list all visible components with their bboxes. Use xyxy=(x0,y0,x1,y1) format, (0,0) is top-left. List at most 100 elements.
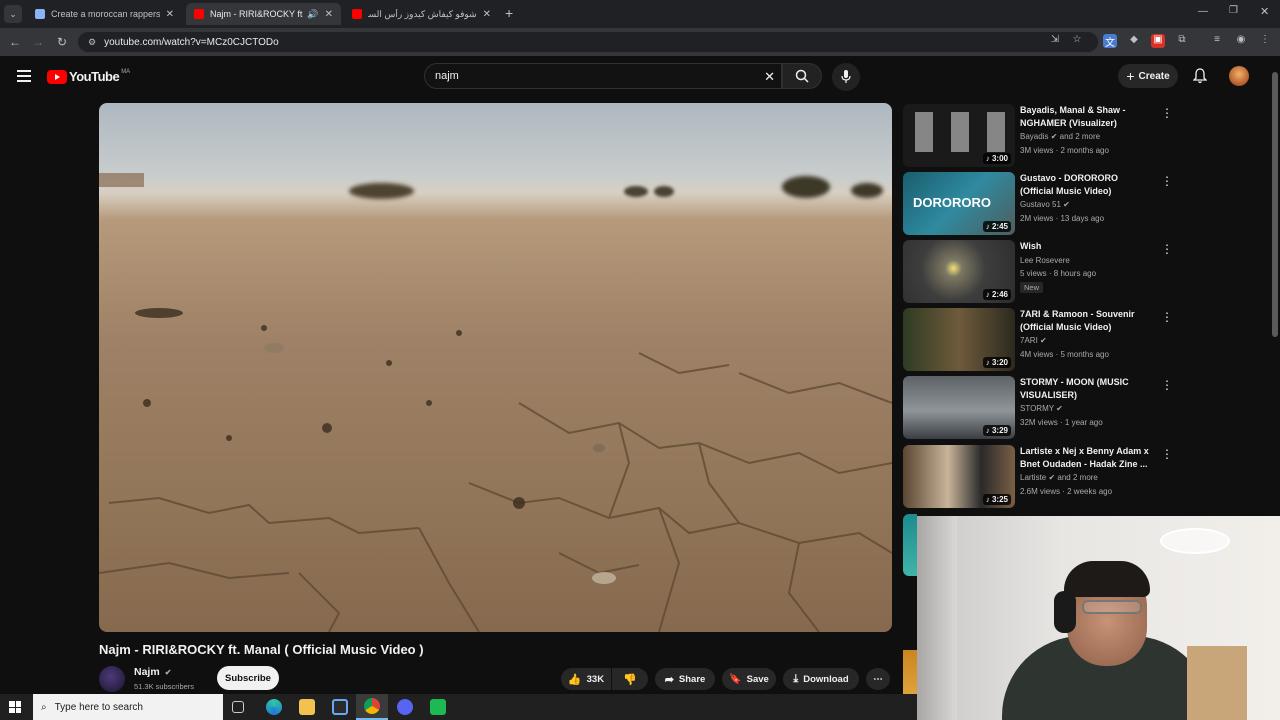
profile-icon[interactable]: ◉ xyxy=(1234,34,1248,48)
more-options-icon[interactable]: ⋮ xyxy=(1161,447,1173,461)
subscribe-button[interactable]: Subscribe xyxy=(217,666,279,690)
recommendation-item[interactable]: ♪ 2:46 Wish Lee Rosevere 5 views · 8 hou… xyxy=(903,240,1173,304)
extension-diamond-icon[interactable]: ◆ xyxy=(1127,34,1141,48)
voice-search-button[interactable] xyxy=(832,63,860,91)
install-app-icon[interactable]: ⇲ xyxy=(1048,34,1062,48)
browser-menu-icon[interactable]: ⋮ xyxy=(1258,34,1272,48)
close-window-button[interactable]: ✕ xyxy=(1260,5,1269,18)
tab-najm-video[interactable]: Najm - RIRI&ROCKY ft. Ma 🔊 ✕ xyxy=(186,3,341,25)
channel-row: Najm ✔ 51.3K subscribers Subscribe 👍 33K… xyxy=(99,664,899,694)
verified-badge-icon: ✔ xyxy=(1063,200,1070,209)
more-options-icon[interactable]: ⋮ xyxy=(1161,174,1173,188)
channel-name-row[interactable]: Najm ✔ xyxy=(134,666,171,678)
music-note-icon: ♪ xyxy=(985,290,990,299)
video-duration: ♪ 2:46 xyxy=(982,289,1011,300)
share-button[interactable]: ➦ Share xyxy=(655,668,715,690)
extension-red-icon[interactable]: ▣ xyxy=(1151,34,1165,48)
hamburger-menu-icon[interactable] xyxy=(17,70,31,82)
verified-badge-icon: ✔ xyxy=(1040,336,1047,345)
more-options-icon[interactable]: ⋮ xyxy=(1161,106,1173,120)
translate-extension-icon[interactable]: 文 xyxy=(1103,34,1117,49)
download-button[interactable]: ⤓ Download xyxy=(783,668,859,690)
create-button[interactable]: + Create xyxy=(1118,64,1178,88)
more-options-icon[interactable]: ⋮ xyxy=(1161,378,1173,392)
recommendation-item[interactable]: ♪ 3:00 Bayadis, Manal & Shaw - NGHAMER (… xyxy=(903,104,1173,168)
microsoft-store-icon[interactable] xyxy=(332,699,348,715)
clear-search-icon[interactable]: ✕ xyxy=(764,69,775,85)
cracked-ground-texture xyxy=(99,308,892,632)
youtube-icon xyxy=(194,9,204,19)
windows-start-icon[interactable] xyxy=(9,701,21,713)
close-tab-icon[interactable]: ✕ xyxy=(483,9,491,20)
edge-browser-icon[interactable] xyxy=(266,699,282,715)
chrome-icon xyxy=(364,698,380,714)
more-options-icon[interactable]: ⋮ xyxy=(1161,242,1173,256)
restore-window-button[interactable]: ❐ xyxy=(1229,5,1238,16)
plus-icon: + xyxy=(1126,68,1135,84)
recommendation-item[interactable]: ♪ 3:29 STORMY - MOON (MUSIC VISUALISER) … xyxy=(903,376,1173,440)
recommendation-item[interactable]: ♪ 3:25 Lartiste x Nej x Benny Adam x Bne… xyxy=(903,445,1173,509)
bookmark-add-icon: 🔖 xyxy=(729,673,742,685)
reload-icon[interactable]: ↻ xyxy=(50,35,74,49)
tab-search-button[interactable]: ⌄ xyxy=(4,5,22,23)
tab-create-moroccan-rappers[interactable]: Create a moroccan rappers Tie ✕ xyxy=(27,3,182,25)
forward-icon[interactable]: → xyxy=(26,35,50,49)
new-badge: New xyxy=(1020,282,1044,293)
video-thumbnail[interactable]: ♪ 3:25 xyxy=(903,445,1015,508)
taskbar-search-input[interactable]: ⌕ Type here to search xyxy=(33,694,223,720)
chevron-down-icon: ⌄ xyxy=(9,9,17,19)
search-icon: ⌕ xyxy=(41,701,47,713)
extensions-puzzle-icon[interactable]: ⧉ xyxy=(1175,34,1189,48)
task-view-icon[interactable] xyxy=(232,701,244,713)
recommendation-channel: Lee Rosevere xyxy=(1020,256,1070,265)
save-button[interactable]: 🔖 Save xyxy=(722,668,776,690)
search-button[interactable] xyxy=(782,63,822,89)
verified-badge-icon: ✔ xyxy=(164,667,172,677)
youtube-logo[interactable]: YouTube MA xyxy=(47,69,130,84)
tab-arabic-video[interactable]: شوفو كيفاش كيدوز رأس السنة فـ ✕ xyxy=(344,3,499,25)
microphone-icon xyxy=(841,70,851,83)
account-avatar[interactable] xyxy=(1229,66,1249,86)
chrome-icon-active[interactable] xyxy=(356,694,388,720)
audio-playing-icon[interactable]: 🔊 xyxy=(307,9,318,20)
recommendation-item[interactable]: ♪ 3:20 7ARI & Ramoon - Souvenir (Officia… xyxy=(903,308,1173,372)
notifications-bell-icon[interactable] xyxy=(1192,68,1208,89)
share-arrow-icon: ➦ xyxy=(664,673,674,686)
recommendation-thumbnail-partial[interactable] xyxy=(903,514,917,576)
verified-badge-icon: ✔ xyxy=(1048,473,1056,482)
new-tab-button[interactable]: + xyxy=(505,5,513,21)
video-thumbnail[interactable]: DORORORO ♪ 2:45 xyxy=(903,172,1015,235)
close-tab-icon[interactable]: ✕ xyxy=(166,9,174,20)
recommendation-channel: STORMY ✔ xyxy=(1020,404,1063,413)
back-icon[interactable]: ← xyxy=(3,35,27,49)
video-thumbnail[interactable]: ♪ 2:46 xyxy=(903,240,1015,303)
more-actions-button[interactable]: ⋯ xyxy=(866,668,890,690)
video-thumbnail[interactable]: ♪ 3:29 xyxy=(903,376,1015,439)
address-bar[interactable]: ⚙ youtube.com/watch?v=MCz0CJCTODo xyxy=(78,32,1098,52)
page-scrollbar[interactable] xyxy=(1272,72,1278,337)
video-thumbnail[interactable]: ♪ 3:20 xyxy=(903,308,1015,371)
video-player[interactable] xyxy=(99,103,892,632)
like-button[interactable]: 👍 33K xyxy=(561,668,611,690)
video-thumbnail[interactable]: ♪ 3:00 xyxy=(903,104,1015,167)
video-duration: ♪ 3:00 xyxy=(982,153,1011,164)
thumbs-up-icon: 👍 xyxy=(567,673,582,686)
channel-avatar[interactable] xyxy=(99,666,125,692)
browser-tab-bar: ⌄ Create a moroccan rappers Tie ✕ Najm -… xyxy=(0,0,1280,28)
bookmark-star-icon[interactable]: ☆ xyxy=(1070,34,1084,48)
close-tab-icon[interactable]: ✕ xyxy=(325,9,333,20)
site-info-icon[interactable]: ⚙ xyxy=(88,37,96,48)
app-green-icon[interactable] xyxy=(430,699,446,715)
headphones xyxy=(1054,591,1076,633)
door-frame xyxy=(1187,646,1247,720)
file-explorer-icon[interactable] xyxy=(299,699,315,715)
more-options-icon[interactable]: ⋮ xyxy=(1161,310,1173,324)
music-note-icon: ♪ xyxy=(985,358,990,367)
recommendation-item[interactable]: DORORORO ♪ 2:45 Gustavo - DORORORO (Offi… xyxy=(903,172,1173,236)
media-controls-icon[interactable]: ≡ xyxy=(1210,34,1224,48)
dislike-button[interactable]: 👎 xyxy=(612,668,648,690)
minimize-window-button[interactable]: — xyxy=(1198,6,1208,17)
recommendation-thumbnail-partial[interactable] xyxy=(903,650,917,694)
search-input[interactable]: najm ✕ xyxy=(424,63,782,89)
discord-icon[interactable] xyxy=(397,699,413,715)
